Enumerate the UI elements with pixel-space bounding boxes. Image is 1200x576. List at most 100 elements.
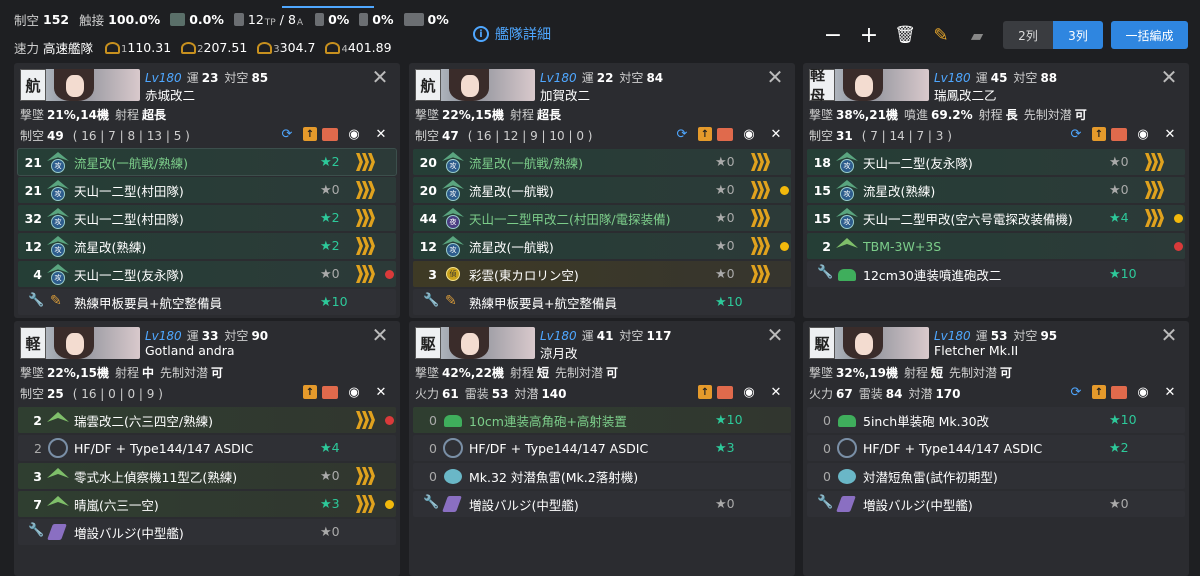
ship-portrait[interactable]: 駆: [415, 327, 535, 359]
close-icon[interactable]: ✕: [765, 125, 787, 143]
remove-ship-close-icon[interactable]: ✕: [370, 325, 390, 345]
rocket-launcher-icon: [835, 263, 859, 285]
remove-ship-close-icon[interactable]: ✕: [765, 325, 785, 345]
upgrade-icon[interactable]: ↑: [698, 385, 712, 399]
ship-portrait[interactable]: 航: [20, 69, 140, 101]
ship-card: 駆 Lv180 運 41 対空 117 涼月改 ✕ 撃墜 42%,22機 射程短先制対潜可火力 61 雷…: [409, 321, 795, 576]
equipment-slot[interactable]: 21 攻天山一二型(村田隊) ★0: [18, 177, 396, 203]
upgrade-icon[interactable]: ↑: [303, 127, 317, 141]
eye-icon[interactable]: ◉: [343, 125, 365, 143]
toolbox-icon[interactable]: [1111, 385, 1127, 399]
toolbox-icon[interactable]: [1111, 127, 1127, 141]
equipment-slot[interactable]: 🔧 12cm30連装噴進砲改二 ★10: [807, 261, 1185, 287]
slot-count: 15: [813, 210, 831, 226]
equipment-slot[interactable]: 0 5inch単装砲 Mk.30改 ★10: [807, 407, 1185, 433]
ship-name[interactable]: 涼月改: [540, 343, 578, 362]
sync-icon[interactable]: ⟳: [1065, 125, 1087, 143]
minus-button[interactable]: −: [820, 22, 846, 48]
equipment-name: 10cm連装高角砲+高射装置: [469, 413, 627, 429]
equipment-slot[interactable]: 3 偵彩雲(東カロリン空) ★0: [413, 261, 791, 287]
equipment-slot[interactable]: 20 攻流星改(一航戦) ★0: [413, 177, 791, 203]
edit-note-icon[interactable]: ✎: [928, 22, 954, 48]
equipment-slot[interactable]: 0 Mk.32 対潜魚雷(Mk.2落射機): [413, 463, 791, 489]
two-column-button[interactable]: 2列: [1003, 21, 1053, 49]
three-column-button[interactable]: 3列: [1053, 21, 1103, 49]
plus-button[interactable]: +: [856, 22, 882, 48]
equipment-slot[interactable]: 18 攻天山一二型(友永隊) ★0: [807, 149, 1185, 175]
remove-ship-close-icon[interactable]: ✕: [370, 67, 390, 87]
equipment-slot[interactable]: 0 HF/DF + Type144/147 ASDIC ★2: [807, 435, 1185, 461]
sync-icon[interactable]: ⟳: [671, 125, 693, 143]
ship-toolbar: ↑ ◉ ✕: [693, 383, 787, 401]
ship-name[interactable]: 赤城改二: [145, 85, 195, 104]
eye-icon[interactable]: ◉: [1132, 125, 1154, 143]
close-icon[interactable]: ✕: [370, 383, 392, 401]
close-icon[interactable]: ✕: [1159, 383, 1181, 401]
equipment-slot[interactable]: 7 晴嵐(六三一空) ★3: [18, 491, 396, 517]
eye-icon[interactable]: ◉: [738, 125, 760, 143]
ship-stats-line-2: 制空 31( 7 | 14 | 7 | 3 ): [809, 129, 952, 143]
upgrade-icon[interactable]: ↑: [303, 385, 317, 399]
eye-icon[interactable]: ◉: [1132, 383, 1154, 401]
equipment-slot[interactable]: 21 攻流星改(一航戦/熟練) ★2: [17, 148, 397, 176]
improvement-level: ★0: [715, 210, 735, 226]
equipment-slot[interactable]: 20 攻流星改(一航戦/熟練) ★0: [413, 149, 791, 175]
sync-icon[interactable]: ⟳: [276, 125, 298, 143]
toolbox-icon[interactable]: [322, 127, 338, 141]
remove-ship-close-icon[interactable]: ✕: [1159, 325, 1179, 345]
equipment-slot[interactable]: 4 攻天山一二型(友永隊) ★0: [18, 261, 396, 287]
upgrade-icon[interactable]: ↑: [698, 127, 712, 141]
ship-name[interactable]: 加賀改二: [540, 85, 590, 104]
drum-icon: [403, 13, 424, 26]
remove-ship-close-icon[interactable]: ✕: [765, 67, 785, 87]
ship-level-line: Lv180 運 33 対空 90: [145, 329, 269, 343]
trash-icon[interactable]: 🗑: [892, 22, 918, 48]
equipment-slot[interactable]: 🔧 増設バルジ(中型艦) ★0: [807, 491, 1185, 517]
upgrade-icon[interactable]: ↑: [1092, 127, 1106, 141]
equipment-slot[interactable]: 44 夜天山一二型甲改二(村田隊/電探装備) ★0: [413, 205, 791, 231]
ship-portrait[interactable]: 航: [415, 69, 535, 101]
equipment-slot[interactable]: 15 攻天山一二型甲改(空六号電探改装備機) ★4: [807, 205, 1185, 231]
equipment-slot[interactable]: 12 攻流星改(熟練) ★2: [18, 233, 396, 259]
sync-icon[interactable]: ⟳: [1065, 383, 1087, 401]
ship-portrait[interactable]: 軽: [20, 327, 140, 359]
equipment-slot[interactable]: 🔧 ✎ 熟練甲板要員+航空整備員 ★10: [413, 289, 791, 315]
equipment-slot[interactable]: 🔧 増設バルジ(中型艦) ★0: [413, 491, 791, 517]
equipment-slot[interactable]: 0 10cm連装高角砲+高射装置 ★10: [413, 407, 791, 433]
equipment-slot[interactable]: 2 TBM-3W+3S: [807, 233, 1185, 259]
ship-name[interactable]: Gotland andra: [145, 343, 235, 358]
eye-icon[interactable]: ◉: [343, 383, 365, 401]
equipment-slot[interactable]: 0 HF/DF + Type144/147 ASDIC ★3: [413, 435, 791, 461]
equipment-slot[interactable]: 32 攻天山一二型(村田隊) ★2: [18, 205, 396, 231]
eye-icon[interactable]: ◉: [738, 383, 760, 401]
proficiency-chevron-icon: [751, 437, 777, 459]
equipment-slot[interactable]: 15 攻流星改(熟練) ★0: [807, 177, 1185, 203]
ship-portrait[interactable]: 軽母: [809, 69, 929, 101]
equipment-slot[interactable]: 2 HF/DF + Type144/147 ASDIC ★4: [18, 435, 396, 461]
remove-ship-close-icon[interactable]: ✕: [1159, 67, 1179, 87]
toolbox-icon[interactable]: [717, 385, 733, 399]
bulk-compose-button[interactable]: 一括編成: [1111, 21, 1188, 49]
fleet-detail-link[interactable]: i 艦隊詳細: [473, 24, 551, 44]
close-icon[interactable]: ✕: [1159, 125, 1181, 143]
toolbox-icon[interactable]: [717, 127, 733, 141]
ship-name[interactable]: 瑞鳳改二乙: [934, 85, 997, 104]
equipment-slot[interactable]: 3 零式水上偵察機11型乙(熟練) ★0: [18, 463, 396, 489]
equipment-slot[interactable]: 🔧 増設バルジ(中型艦) ★0: [18, 519, 396, 545]
ship-name[interactable]: Fletcher Mk.II: [934, 343, 1018, 358]
equipment-slot[interactable]: 12 攻流星改(一航戦) ★0: [413, 233, 791, 259]
equipment-name: 晴嵐(六三一空): [74, 497, 159, 513]
equipment-slot[interactable]: 2 瑞雲改二(六三四空/熟練): [18, 407, 396, 433]
ship-stats-line-1: 撃墜 38%,21機 噴進 69.2% 射程長先制対潜可: [809, 108, 1087, 122]
upgrade-icon[interactable]: ↑: [1092, 385, 1106, 399]
ship-portrait[interactable]: 駆: [809, 327, 929, 359]
equipment-slot[interactable]: 0 対潜短魚雷(試作初期型): [807, 463, 1185, 489]
cards-icon[interactable]: ▰: [964, 22, 990, 48]
equipment-slot[interactable]: 🔧 ✎ 熟練甲板要員+航空整備員 ★10: [18, 289, 396, 315]
close-icon[interactable]: ✕: [370, 125, 392, 143]
close-icon[interactable]: ✕: [765, 383, 787, 401]
star-icon: ★: [715, 441, 727, 456]
star-icon: ★: [1109, 441, 1121, 456]
toolbox-icon[interactable]: [322, 385, 338, 399]
a-sub: A: [296, 17, 304, 28]
